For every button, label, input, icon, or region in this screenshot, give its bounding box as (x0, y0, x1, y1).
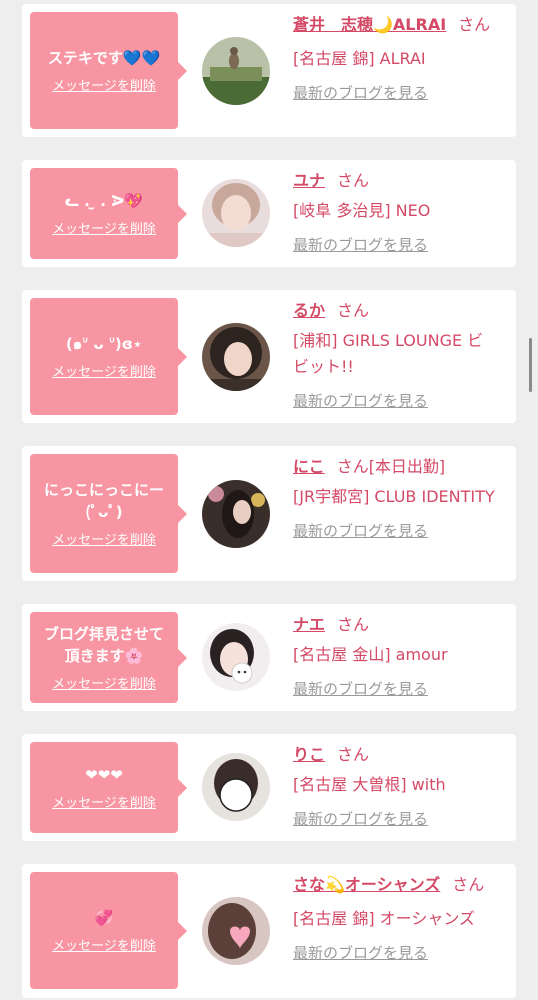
message-text: ステキです💙💙 (47, 49, 161, 67)
message-bubble: ステキです💙💙 メッセージを削除 (30, 12, 187, 129)
shop-name: [名古屋 金山] amour (293, 645, 448, 664)
user-info: さな💫オーシャンズ さん [名古屋 錦] オーシャンズ 最新のブログを見る (293, 872, 499, 966)
message-card: にっこにっこにー(ﾟᴗﾟ) メッセージを削除 にこ さん[本日出勤] [JR宇都宮… (22, 446, 516, 581)
shop-name: [JR宇都宮] CLUB IDENTITY (293, 487, 495, 506)
message-text: にっこにっこにー(ﾟᴗﾟ) (43, 481, 164, 521)
avatar[interactable] (202, 37, 270, 105)
avatar[interactable] (202, 480, 270, 548)
scrollbar-thumb[interactable] (529, 338, 532, 392)
user-info: 蒼井 志穂🌙ALRAI さん [名古屋 錦] ALRAI 最新のブログを見る (293, 12, 499, 106)
shop-name: [浦和] GIRLS LOUNGE ビビット!! (293, 331, 484, 376)
honorific: さん (337, 615, 370, 634)
message-card: ステキです💙💙 メッセージを削除 蒼井 志穂🌙ALRAI さん [名古屋 錦] A… (22, 4, 516, 137)
user-info: ユナ さん [岐阜 多治見] NEO 最新のブログを見る (293, 168, 499, 258)
message-card: (๑ᐡ ᴗ ᐡ)ɞ⋆ メッセージを削除 るか さん [浦和] GIRLS LOUN… (22, 290, 516, 423)
latest-blog-link[interactable]: 最新のブログを見る (293, 940, 499, 966)
user-name-link[interactable]: さな💫オーシャンズ (293, 875, 440, 894)
shop-name: [岐阜 多治見] NEO (293, 201, 431, 220)
avatar[interactable] (202, 897, 270, 965)
message-text: ᓚ . ̫ . ᐷ💖 (64, 192, 144, 210)
user-info: ナエ さん [名古屋 金山] amour 最新のブログを見る (293, 612, 499, 702)
honorific: さん (337, 301, 370, 320)
message-bubble: (๑ᐡ ᴗ ᐡ)ɞ⋆ メッセージを削除 (30, 298, 187, 415)
latest-blog-link[interactable]: 最新のブログを見る (293, 676, 499, 702)
delete-message-link[interactable]: メッセージを削除 (52, 75, 156, 94)
message-card: ᓚ . ̫ . ᐷ💖 メッセージを削除 ユナ さん [岐阜 多治見] NEO 最新… (22, 160, 516, 267)
delete-message-link[interactable]: メッセージを削除 (52, 673, 156, 692)
user-name-link[interactable]: ユナ (293, 171, 325, 190)
message-text: ❤❤❤ (85, 766, 123, 784)
latest-blog-link[interactable]: 最新のブログを見る (293, 80, 499, 106)
user-name-link[interactable]: 蒼井 志穂🌙ALRAI (293, 15, 446, 34)
message-bubble: ❤❤❤ メッセージを削除 (30, 742, 187, 833)
delete-message-link[interactable]: メッセージを削除 (52, 529, 156, 548)
message-text: ブログ拝見させて頂きます🌸 (43, 625, 164, 665)
avatar[interactable] (202, 179, 270, 247)
honorific: さん (452, 875, 485, 894)
message-text: (๑ᐡ ᴗ ᐡ)ɞ⋆ (65, 335, 143, 353)
shop-name: [名古屋 大曽根] with (293, 775, 446, 794)
message-text: 💞 (94, 909, 114, 927)
avatar[interactable] (202, 753, 270, 821)
avatar[interactable] (202, 323, 270, 391)
avatar[interactable] (202, 623, 270, 691)
message-card: ブログ拝見させて頂きます🌸 メッセージを削除 ナエ さん [名古屋 金山] amo… (22, 604, 516, 711)
user-name-link[interactable]: にこ (293, 457, 325, 476)
user-info: るか さん [浦和] GIRLS LOUNGE ビビット!! 最新のブログを見る (293, 298, 499, 414)
delete-message-link[interactable]: メッセージを削除 (52, 218, 156, 237)
honorific: さん (458, 15, 491, 34)
honorific: さん (337, 745, 370, 764)
delete-message-link[interactable]: メッセージを削除 (52, 361, 156, 380)
message-card: 💞 メッセージを削除 さな💫オーシャンズ さん [名古屋 錦] オーシャンズ 最新… (22, 864, 516, 998)
user-name-link[interactable]: るか (293, 301, 325, 320)
message-bubble: にっこにっこにー(ﾟᴗﾟ) メッセージを削除 (30, 454, 187, 573)
delete-message-link[interactable]: メッセージを削除 (52, 792, 156, 811)
user-name-link[interactable]: りこ (293, 745, 325, 764)
latest-blog-link[interactable]: 最新のブログを見る (293, 232, 499, 258)
user-name-link[interactable]: ナエ (293, 615, 325, 634)
user-info: りこ さん [名古屋 大曽根] with 最新のブログを見る (293, 742, 499, 832)
honorific: さん[本日出勤] (336, 457, 446, 476)
honorific: さん (337, 171, 370, 190)
message-bubble: 💞 メッセージを削除 (30, 872, 187, 989)
user-info: にこ さん[本日出勤] [JR宇都宮] CLUB IDENTITY 最新のブログを… (293, 454, 499, 544)
latest-blog-link[interactable]: 最新のブログを見る (293, 388, 499, 414)
latest-blog-link[interactable]: 最新のブログを見る (293, 518, 499, 544)
message-bubble: ブログ拝見させて頂きます🌸 メッセージを削除 (30, 612, 187, 703)
message-card: ❤❤❤ メッセージを削除 りこ さん [名古屋 大曽根] with 最新のブログを… (22, 734, 516, 841)
shop-name: [名古屋 錦] オーシャンズ (293, 909, 476, 928)
delete-message-link[interactable]: メッセージを削除 (52, 935, 156, 954)
message-bubble: ᓚ . ̫ . ᐷ💖 メッセージを削除 (30, 168, 187, 259)
shop-name: [名古屋 錦] ALRAI (293, 49, 426, 68)
latest-blog-link[interactable]: 最新のブログを見る (293, 806, 499, 832)
